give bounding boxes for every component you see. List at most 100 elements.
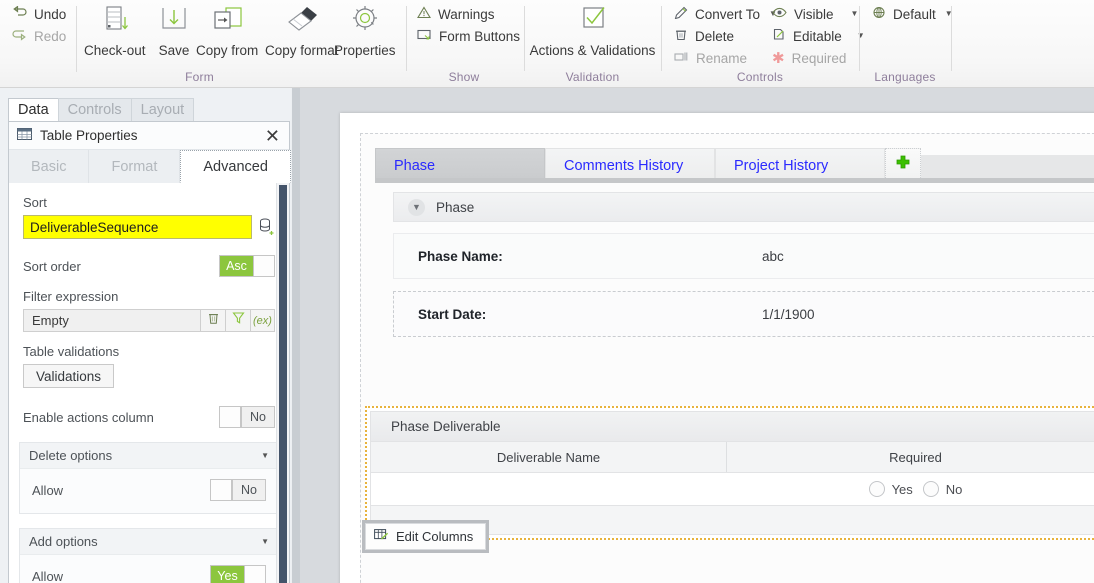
delete-allow-row: Allow No [32,479,266,501]
panel-title-bar: Table Properties ✕ [9,122,289,150]
undo-button[interactable]: Undo [6,3,72,25]
delete-options-title: Delete options [29,448,113,463]
form-tab-comments-history[interactable]: Comments History [545,148,715,182]
filter-field-group: Filter expression Empty (ex) [9,289,289,332]
form-tab-strip: Phase Comments History Project History [375,146,1094,182]
toggle-knob [253,256,274,276]
table-validations-group: Table validations Validations [9,344,289,388]
warning-triangle-icon [417,6,431,22]
check-out-button[interactable]: Check-out [84,2,146,58]
toggle-knob [211,480,232,500]
check-out-icon [98,2,132,42]
actions-validations-label: Actions & Validations [529,43,656,58]
warnings-button[interactable]: Warnings [411,3,526,25]
sort-input-row: DeliverableSequence [23,215,275,239]
add-database-icon[interactable] [259,218,275,236]
phase-name-label: Phase Name: [418,248,503,264]
filter-expression-button[interactable]: (ex) [250,309,275,332]
close-icon[interactable]: ✕ [262,127,283,145]
dock-tab-data[interactable]: Data [8,98,59,121]
panel-vertical-scrollbar[interactable] [276,183,289,583]
sort-input[interactable]: DeliverableSequence [23,215,252,239]
filter-builder-button[interactable] [225,309,250,332]
ribbon-group-label-validation: Validation [565,70,620,84]
toggle-knob [220,407,241,427]
check-out-label: Check-out [84,43,146,58]
form-card: Phase Comments History Project History ▼… [340,113,1094,583]
filter-expression-label: Filter expression [23,289,119,304]
chevron-down-icon[interactable]: ▼ [261,451,269,460]
form-surface: Phase Comments History Project History ▼… [360,133,1094,583]
add-allow-toggle[interactable]: Yes [210,565,266,583]
dock-tabs: Data Controls Layout [8,98,195,121]
copy-from-label: Copy from [196,43,259,58]
required-button[interactable]: ✱ Required [766,47,871,69]
ribbon-group-controls: Convert To ▼ Delete Rename Visible ▼ Edi… [662,0,865,88]
chevron-down-icon[interactable]: ▼ [408,198,425,216]
enable-actions-column-label: Enable actions column [23,409,154,425]
grid-column-header-deliverable-name[interactable]: Deliverable Name [371,442,727,472]
add-allow-row: Allow Yes [32,565,266,583]
application-window: Undo Redo Check-out Save Copy from Copy … [0,0,1094,583]
add-options-header[interactable]: Add options ▼ [20,529,278,555]
enable-actions-column-value: No [241,407,274,427]
default-language-button[interactable]: Default ▼ [866,3,959,25]
actions-validations-button[interactable]: Actions & Validations [525,2,660,58]
copy-from-button[interactable]: Copy from [196,2,258,58]
copy-format-icon [283,2,321,42]
enable-actions-column-toggle[interactable]: No [219,406,275,428]
properties-button[interactable]: Properties [334,2,396,58]
ribbon-group-validation: Actions & Validations Validation [525,0,660,88]
chevron-down-icon[interactable]: ▼ [261,537,269,546]
panel-tabs: Basic Format Advanced [9,150,291,183]
chevron-down-icon[interactable]: ▼ [851,10,859,18]
warnings-label: Warnings [438,6,495,22]
radio-required-no[interactable]: No [922,481,963,497]
cell-required: Yes No [727,481,1094,497]
radio-required-yes[interactable]: Yes [868,481,913,497]
save-button[interactable]: Save [158,2,190,58]
sort-order-value: Asc [220,256,253,276]
form-buttons-icon [417,28,432,44]
phase-name-value[interactable]: abc [762,249,784,264]
form-tab-project-history[interactable]: Project History [715,148,885,182]
undo-icon [12,5,27,22]
grid-column-header-required[interactable]: Required [727,442,1094,472]
ribbon-group-form: Undo Redo Check-out Save Copy from Copy … [0,0,399,88]
form-buttons-button[interactable]: Form Buttons [411,25,526,47]
add-tab-button[interactable] [885,148,921,182]
rename-label: Rename [696,50,748,66]
filter-expression-value[interactable]: Empty [23,309,200,332]
ribbon-group-label-controls: Controls [736,70,784,84]
start-date-value[interactable]: 1/1/1900 [762,307,815,322]
copy-format-button[interactable]: Copy format [265,2,339,58]
validations-button[interactable]: Validations [23,364,115,388]
delete-allow-label: Allow [32,482,64,498]
panel-tab-basic[interactable]: Basic [9,150,90,183]
form-tab-phase[interactable]: Phase [375,148,545,182]
phase-group-title: Phase [436,199,475,215]
scrollbar-thumb[interactable] [279,185,287,583]
edit-columns-label: Edit Columns [396,529,474,544]
table-properties-panel: Table Properties ✕ Basic Format Advanced… [8,121,291,583]
panel-tab-format[interactable]: Format [89,150,181,183]
sort-order-toggle[interactable]: Asc [219,255,275,277]
required-asterisk-icon: ✱ [772,49,785,67]
panel-tab-advanced[interactable]: Advanced [180,150,291,183]
redo-button[interactable]: Redo [6,25,72,47]
delete-options-header[interactable]: Delete options ▼ [20,443,278,469]
redo-icon [12,28,27,44]
dock-tab-layout[interactable]: Layout [130,98,195,121]
radio-no-label: No [945,481,963,497]
editable-button[interactable]: Editable ▼ [766,25,871,47]
delete-allow-toggle[interactable]: No [210,479,266,501]
radio-circle-icon [868,481,885,497]
table-icon [17,127,32,145]
phase-group-header[interactable]: ▼ Phase [393,192,1094,222]
edit-columns-button[interactable]: Edit Columns [365,523,487,550]
ribbon-group-languages: Default ▼ Languages [860,0,953,88]
visible-button[interactable]: Visible ▼ [766,3,871,25]
sort-order-row: Sort order Asc [9,255,289,277]
filter-clear-button[interactable] [200,309,225,332]
dock-tab-controls[interactable]: Controls [57,98,132,121]
